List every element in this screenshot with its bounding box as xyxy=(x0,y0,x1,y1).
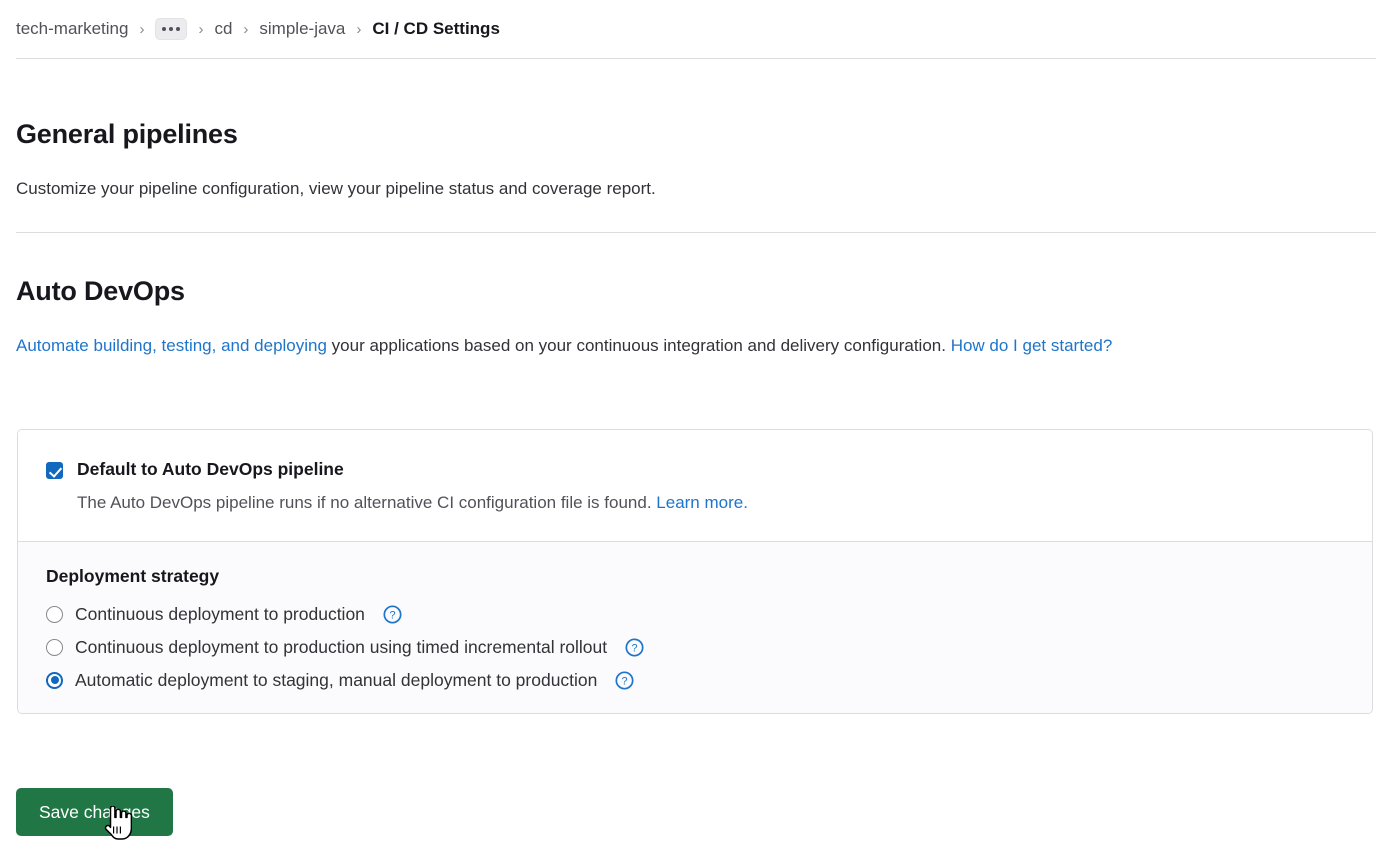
breadcrumb-ellipsis-button[interactable] xyxy=(155,18,187,40)
radio-automatic-staging-manual-production[interactable] xyxy=(46,672,63,689)
breadcrumb: tech-marketing › › cd › simple-java › CI… xyxy=(0,0,1392,58)
radio-continuous-deployment[interactable] xyxy=(46,606,63,623)
dot-icon xyxy=(169,27,173,31)
dot-icon xyxy=(176,27,180,31)
breadcrumb-item-current: CI / CD Settings xyxy=(372,19,500,39)
breadcrumb-separator-4: › xyxy=(356,21,361,38)
general-pipelines-description: Customize your pipeline configuration, v… xyxy=(16,176,656,202)
default-pipeline-section: Default to Auto DevOps pipeline The Auto… xyxy=(18,430,1372,541)
help-icon[interactable]: ? xyxy=(625,638,644,657)
get-started-link[interactable]: How do I get started? xyxy=(951,336,1113,355)
default-auto-devops-checkbox[interactable] xyxy=(46,462,63,479)
deployment-option-label[interactable]: Continuous deployment to production usin… xyxy=(75,636,607,659)
breadcrumb-separator-3: › xyxy=(243,21,248,38)
deployment-option-manual-production[interactable]: Automatic deployment to staging, manual … xyxy=(46,669,1344,692)
svg-text:?: ? xyxy=(632,642,638,654)
default-pipeline-description-text: The Auto DevOps pipeline runs if no alte… xyxy=(77,493,656,512)
auto-devops-description: Automate building, testing, and deployin… xyxy=(16,333,1352,359)
ci-cd-settings-page: tech-marketing › › cd › simple-java › CI… xyxy=(0,0,1392,854)
deployment-option-label[interactable]: Continuous deployment to production xyxy=(75,603,365,626)
deployment-strategy-section: Deployment strategy Continuous deploymen… xyxy=(18,541,1372,713)
deployment-strategy-title: Deployment strategy xyxy=(46,566,1344,587)
general-pipelines-title: General pipelines xyxy=(16,118,238,150)
breadcrumb-separator-1: › xyxy=(139,21,144,38)
help-icon[interactable]: ? xyxy=(383,605,402,624)
auto-devops-title: Auto DevOps xyxy=(16,275,185,307)
dot-icon xyxy=(162,27,166,31)
svg-text:?: ? xyxy=(622,675,628,687)
breadcrumb-item-cd[interactable]: cd xyxy=(214,19,232,39)
divider-breadcrumb xyxy=(16,58,1376,59)
deployment-option-continuous[interactable]: Continuous deployment to production ? xyxy=(46,603,1344,626)
divider-general xyxy=(16,232,1376,233)
deployment-option-label[interactable]: Automatic deployment to staging, manual … xyxy=(75,669,597,692)
help-icon[interactable]: ? xyxy=(615,671,634,690)
auto-devops-description-text: your applications based on your continuo… xyxy=(327,336,951,355)
breadcrumb-item-project[interactable]: simple-java xyxy=(259,19,345,39)
deployment-option-timed-rollout[interactable]: Continuous deployment to production usin… xyxy=(46,636,1344,659)
breadcrumb-separator-2: › xyxy=(198,21,203,38)
save-changes-button[interactable]: Save changes xyxy=(16,788,173,836)
automate-building-link[interactable]: Automate building, testing, and deployin… xyxy=(16,336,327,355)
default-auto-devops-label[interactable]: Default to Auto DevOps pipeline xyxy=(77,458,344,482)
svg-text:?: ? xyxy=(389,610,395,622)
learn-more-link[interactable]: Learn more. xyxy=(656,493,748,512)
breadcrumb-item-group[interactable]: tech-marketing xyxy=(16,19,128,39)
default-pipeline-checkbox-row[interactable]: Default to Auto DevOps pipeline xyxy=(46,458,1344,482)
auto-devops-settings-card: Default to Auto DevOps pipeline The Auto… xyxy=(17,429,1373,714)
radio-timed-incremental-rollout[interactable] xyxy=(46,639,63,656)
default-pipeline-description: The Auto DevOps pipeline runs if no alte… xyxy=(77,490,1344,516)
